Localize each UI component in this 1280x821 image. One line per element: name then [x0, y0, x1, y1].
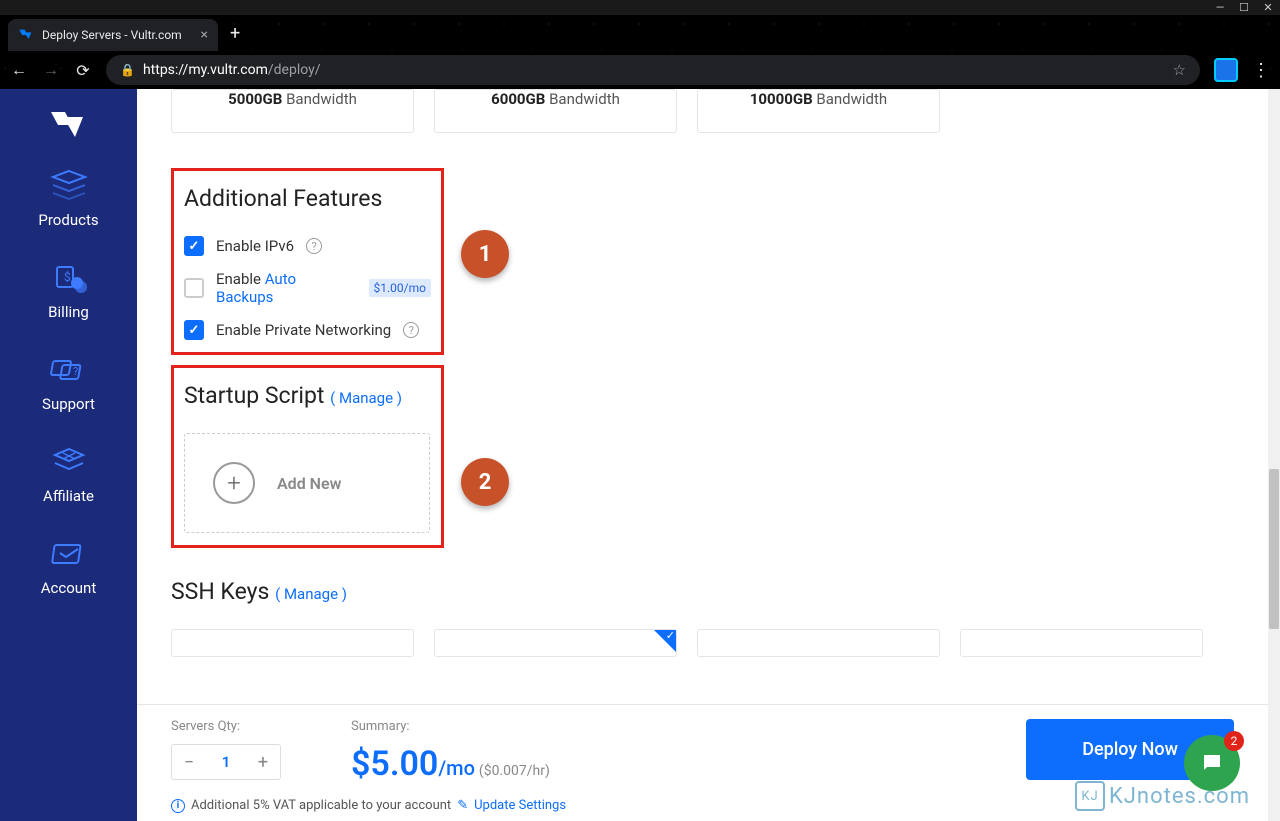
sidebar-item-account[interactable]: Account — [41, 529, 97, 603]
affiliate-icon — [47, 443, 91, 481]
sidebar-item-billing[interactable]: $ Billing — [47, 253, 91, 327]
sidebar-item-affiliate[interactable]: Affiliate — [43, 437, 94, 511]
checkbox-checked-icon[interactable] — [184, 320, 204, 340]
extension-icon[interactable] — [1214, 58, 1238, 82]
help-icon[interactable]: ? — [403, 322, 419, 338]
annotation-badge-2: 2 — [461, 458, 509, 506]
url-domain: https://my.vultr.com — [143, 62, 268, 78]
pencil-icon: ✎ — [457, 798, 468, 813]
sidebar-label: Account — [41, 579, 97, 597]
support-icon: ? — [47, 351, 91, 389]
address-bar[interactable]: 🔒 https://my.vultr.com/deploy/ ☆ — [106, 55, 1200, 85]
plan-cards-row: 5000GB Bandwidth 6000GB Bandwidth 10000G… — [171, 89, 1234, 133]
tab-title: Deploy Servers - Vultr.com — [42, 28, 182, 42]
reload-icon[interactable]: ⟳ — [74, 61, 92, 80]
url-path: /deploy/ — [268, 62, 321, 78]
window-minimize-icon[interactable] — [1214, 2, 1226, 14]
info-icon: i — [171, 799, 185, 813]
feature-row-backups[interactable]: Enable Auto Backups $1.00/mo — [184, 270, 431, 306]
sidebar-label: Support — [42, 395, 95, 413]
plus-icon: + — [213, 462, 255, 504]
section-title: SSH Keys ( Manage ) — [171, 578, 1234, 605]
browser-toolbar: ← → ⟳ 🔒 https://my.vultr.com/deploy/ ☆ ⋮ — [0, 51, 1280, 89]
checkbox-unchecked-icon[interactable] — [184, 278, 204, 298]
billing-icon: $ — [47, 259, 91, 297]
qty-minus-button[interactable]: − — [172, 752, 206, 773]
forward-icon[interactable]: → — [42, 60, 60, 80]
sidebar-label: Products — [38, 211, 98, 229]
help-icon[interactable]: ? — [306, 238, 322, 254]
new-tab-button[interactable]: + — [230, 23, 240, 44]
add-new-script-button[interactable]: + Add New — [184, 433, 430, 533]
update-settings-link[interactable]: Update Settings — [474, 798, 566, 813]
chat-icon — [1200, 751, 1224, 775]
plan-card[interactable]: 10000GB Bandwidth — [697, 89, 940, 133]
browser-menu-icon[interactable]: ⋮ — [1252, 60, 1270, 81]
summary-label: Summary: — [351, 719, 550, 734]
sidebar-item-products[interactable]: Products — [38, 161, 98, 235]
sidebar: Products $ Billing ? Support Affiliate A… — [0, 89, 137, 821]
price-badge: $1.00/mo — [369, 279, 431, 297]
startup-script-section: Startup Script ( Manage ) + Add New — [171, 365, 444, 548]
sidebar-label: Billing — [48, 303, 89, 321]
lock-icon: 🔒 — [120, 63, 135, 77]
back-icon[interactable]: ← — [10, 60, 28, 80]
sidebar-label: Affiliate — [43, 487, 94, 505]
plan-card[interactable]: 6000GB Bandwidth — [434, 89, 677, 133]
annotation-badge-1: 1 — [461, 230, 509, 278]
scrollbar-thumb[interactable] — [1269, 469, 1279, 629]
window-close-icon[interactable] — [1262, 2, 1274, 14]
products-icon — [47, 167, 91, 205]
checkbox-checked-icon[interactable] — [184, 236, 204, 256]
ssh-key-card[interactable] — [171, 629, 414, 657]
additional-features-section: Additional Features Enable IPv6 ? Enable… — [171, 168, 444, 355]
browser-tab-bar: Deploy Servers - Vultr.com × + — [0, 15, 1280, 51]
svg-text:?: ? — [73, 365, 78, 378]
feature-row-private-net[interactable]: Enable Private Networking ? — [184, 320, 431, 340]
qty-value: 1 — [206, 753, 246, 771]
window-maximize-icon[interactable] — [1238, 2, 1250, 14]
plan-card[interactable]: 5000GB Bandwidth — [171, 89, 414, 133]
vultr-logo-icon[interactable] — [47, 107, 91, 143]
feature-row-ipv6[interactable]: Enable IPv6 ? — [184, 236, 431, 256]
manage-link[interactable]: ( Manage ) — [275, 585, 347, 603]
vultr-favicon-icon — [18, 27, 34, 43]
ssh-key-card[interactable] — [697, 629, 940, 657]
bookmark-star-icon[interactable]: ☆ — [1173, 61, 1186, 79]
ssh-key-card-selected[interactable] — [434, 629, 677, 657]
qty-stepper: − 1 + — [171, 744, 281, 780]
ssh-key-card[interactable] — [960, 629, 1203, 657]
section-title: Startup Script ( Manage ) — [184, 382, 431, 409]
price-value: $5.00 — [351, 744, 438, 784]
chat-badge: 2 — [1224, 731, 1244, 751]
sidebar-item-support[interactable]: ? Support — [42, 345, 95, 419]
qty-label: Servers Qty: — [171, 719, 281, 734]
manage-link[interactable]: ( Manage ) — [330, 389, 402, 407]
window-titlebar — [0, 0, 1280, 15]
browser-tab[interactable]: Deploy Servers - Vultr.com × — [8, 19, 218, 51]
svg-text:$: $ — [64, 270, 71, 284]
account-icon — [46, 535, 90, 573]
tab-close-icon[interactable]: × — [201, 27, 208, 43]
qty-plus-button[interactable]: + — [246, 752, 280, 773]
watermark: KJ KJnotes.com — [1075, 781, 1250, 811]
section-title: Additional Features — [184, 185, 431, 212]
scrollbar-track[interactable] — [1268, 89, 1280, 821]
